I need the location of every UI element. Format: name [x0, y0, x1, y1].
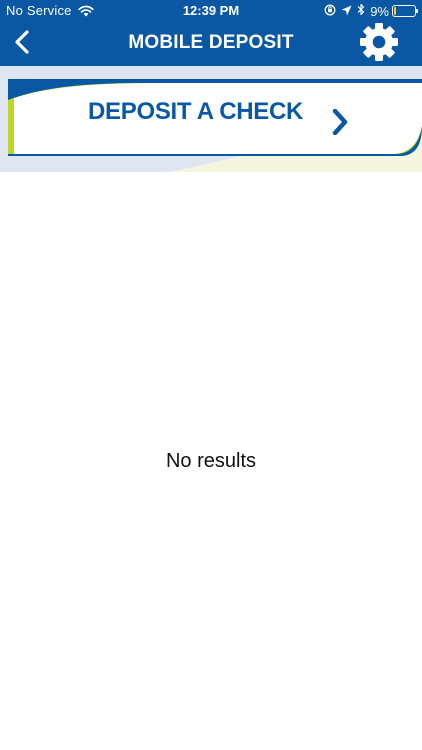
mobile-deposit-screen: No Service 12:39 PM 9% MOBILE DEPOSIT DE… — [0, 0, 422, 750]
orientation-lock-icon — [324, 4, 336, 19]
empty-results-message: No results — [165, 450, 257, 472]
deposit-banner: DEPOSIT A CHECK — [0, 66, 422, 172]
battery-level-fill — [394, 7, 396, 15]
settings-button[interactable] — [358, 22, 400, 67]
deposit-check-label: DEPOSIT A CHECK — [88, 98, 304, 125]
status-bar: No Service 12:39 PM 9% — [0, 0, 422, 22]
nav-bar: MOBILE DEPOSIT — [0, 22, 422, 66]
battery-percent: 9% — [370, 3, 389, 19]
status-right: 9% — [319, 3, 418, 19]
battery-icon — [392, 5, 418, 17]
gear-icon — [359, 22, 399, 67]
bluetooth-icon — [357, 3, 365, 19]
location-arrow-icon — [341, 4, 352, 19]
chevron-right-icon — [332, 108, 348, 140]
